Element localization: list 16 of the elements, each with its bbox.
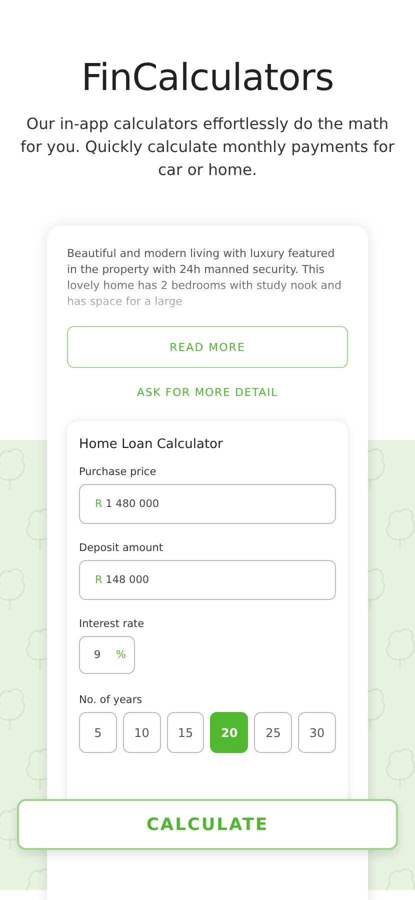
property-description: Beautiful and modern living with luxury featured in the property with 24h manned security. This lovely home has 2 bedrooms with study nook and has space for a large: [67, 246, 342, 310]
field-label: Interest rate: [79, 618, 146, 630]
field-label: No. of years: [79, 694, 144, 706]
interest-field[interactable]: 9 %: [79, 636, 135, 674]
amount-field[interactable]: R 148 000: [79, 560, 336, 600]
years-option[interactable]: 10: [122, 712, 161, 753]
years-option[interactable]: 25: [254, 712, 292, 753]
calculator-title: Home Loan Calculator: [79, 437, 224, 452]
field-label: Deposit amount: [79, 542, 164, 554]
years-option[interactable]: 5: [79, 712, 117, 753]
amount-field[interactable]: R 1 480 000: [79, 484, 336, 524]
tagline: Our in-app calculators effortlessly do the math for you. Quickly calculate monthly payments for car or home.: [20, 114, 396, 181]
field-label: Purchase price: [79, 466, 158, 478]
years-option[interactable]: 15: [166, 712, 204, 753]
years-option[interactable]: 30: [298, 712, 336, 753]
app-title: FinCalculators: [80, 56, 335, 99]
